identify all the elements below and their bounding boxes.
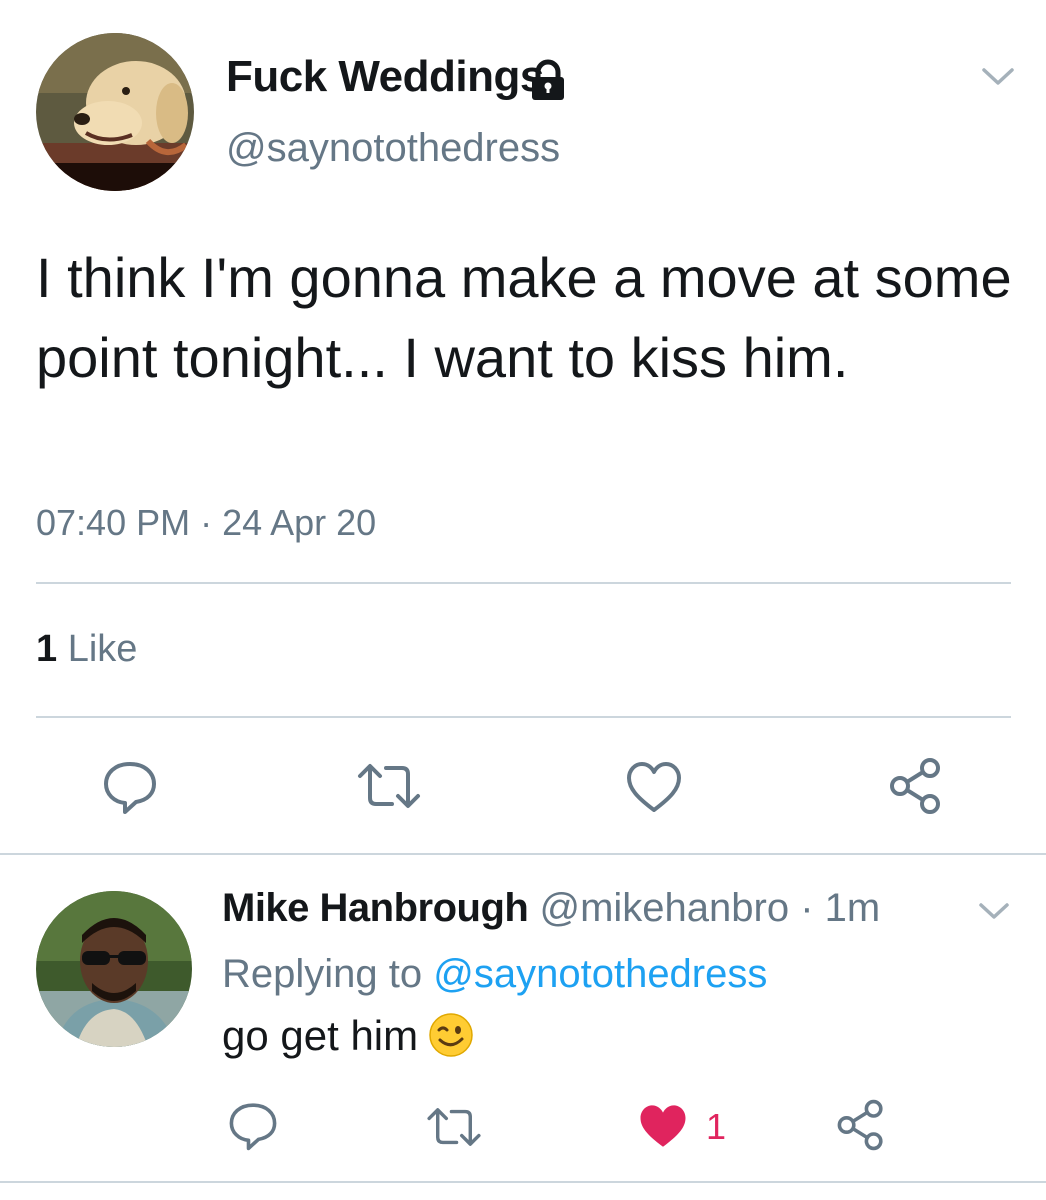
divider	[36, 582, 1011, 584]
share-icon[interactable]	[886, 756, 946, 816]
likes-number: 1	[36, 628, 58, 670]
reply-author-avatar[interactable]	[36, 891, 192, 1047]
bottom-divider	[0, 1181, 1046, 1183]
reply-text-line: go get him	[222, 1012, 474, 1060]
chevron-down-icon[interactable]	[978, 60, 1018, 92]
lock-icon	[526, 58, 570, 102]
replying-to-label: Replying to	[222, 952, 423, 996]
wink-emoji-icon	[428, 1012, 474, 1058]
divider	[36, 716, 1011, 718]
reply-header: Mike Hanbrough @mikehanbro · 1m	[222, 886, 880, 931]
retweet-icon[interactable]	[354, 756, 420, 816]
tweet-text: I think I'm gonna make a move at some po…	[36, 246, 1012, 389]
reply-icon[interactable]	[226, 1098, 280, 1152]
author-handle[interactable]: @saynotothedress	[226, 126, 560, 171]
reply-text: go get him	[222, 1012, 419, 1059]
reply-time[interactable]: · 1m	[800, 886, 880, 930]
likes-count[interactable]: 1 Like	[36, 628, 137, 671]
replying-to-line: Replying to @saynotothedress	[222, 952, 767, 997]
reply-icon[interactable]	[100, 756, 160, 816]
chevron-down-icon[interactable]	[976, 896, 1012, 926]
author-display-name[interactable]: Fuck Weddings	[226, 52, 544, 102]
like-icon[interactable]	[624, 758, 684, 818]
man-avatar-image	[36, 891, 192, 1047]
likes-label: Like	[67, 628, 138, 670]
share-icon[interactable]	[834, 1098, 888, 1152]
dog-avatar-image	[36, 33, 194, 191]
reply-like-count[interactable]: 1	[706, 1106, 726, 1148]
retweet-icon[interactable]	[424, 1100, 484, 1154]
tweet-timestamp[interactable]: 07:40 PM · 24 Apr 20	[36, 502, 376, 544]
reply-author-handle[interactable]: @mikehanbro	[539, 886, 789, 930]
like-icon-filled[interactable]	[636, 1100, 690, 1154]
author-avatar[interactable]	[36, 33, 194, 191]
reply-author-display-name[interactable]: Mike Hanbrough	[222, 886, 529, 930]
section-divider	[0, 853, 1046, 855]
replying-to-mention[interactable]: @saynotothedress	[433, 952, 767, 996]
